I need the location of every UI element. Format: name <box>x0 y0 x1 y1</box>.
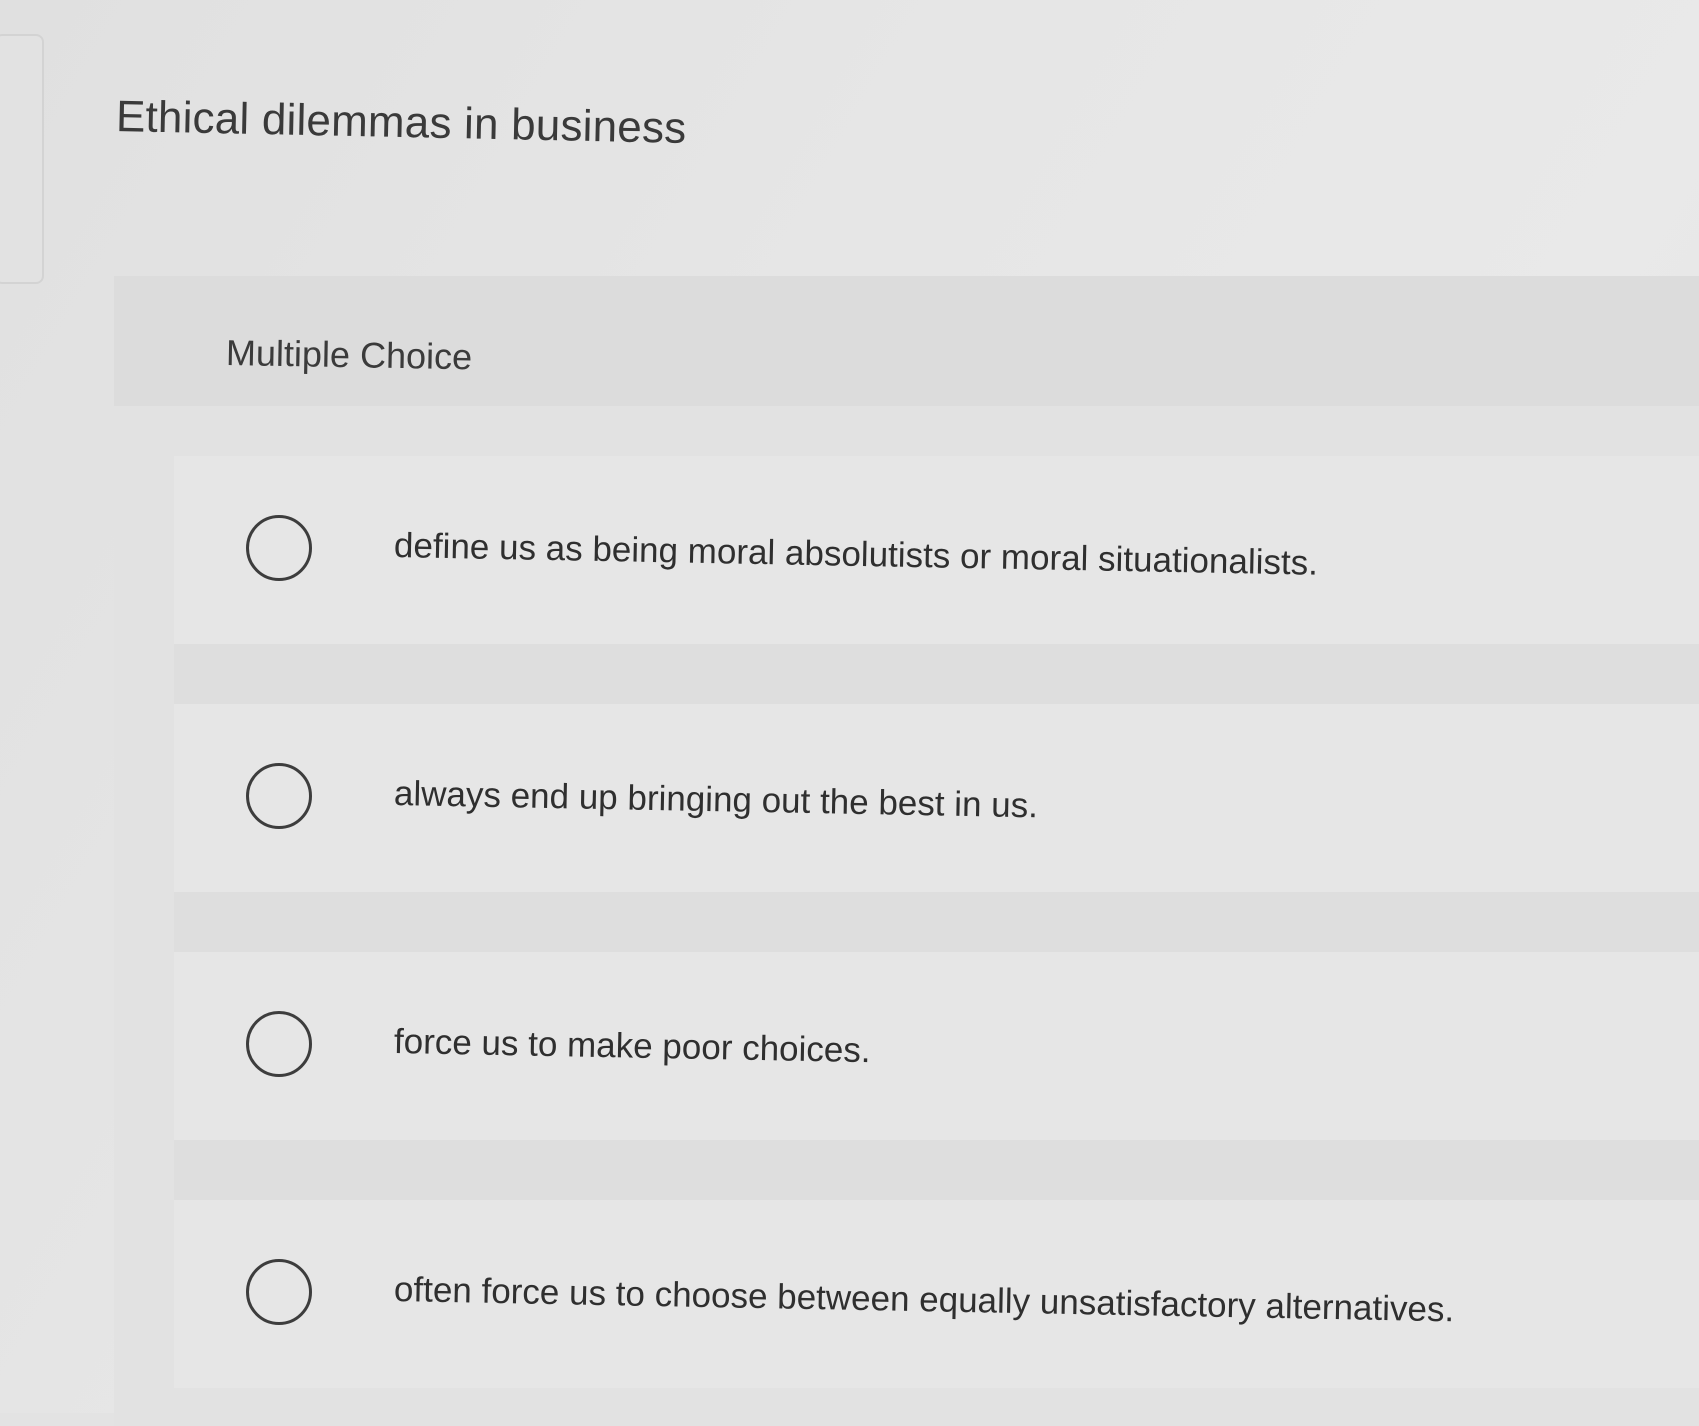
answer-option-1-label[interactable]: define us as being moral absolutists or … <box>394 526 1319 584</box>
answer-option-1[interactable]: define us as being moral absolutists or … <box>174 456 1699 644</box>
multiple-choice-card: Multiple Choice define us as being moral… <box>114 276 1699 1426</box>
radio-button-4[interactable] <box>246 1259 312 1325</box>
card-header: Multiple Choice <box>114 276 1699 406</box>
answer-option-4-label[interactable]: often force us to choose between equally… <box>394 1270 1455 1330</box>
radio-button-1[interactable] <box>246 515 312 581</box>
page: Ethical dilemmas in business Multiple Ch… <box>0 0 1699 1426</box>
answer-option-2-label[interactable]: always end up bringing out the best in u… <box>394 774 1039 826</box>
question-title: Ethical dilemmas in business <box>115 92 687 153</box>
left-panel-edge <box>0 34 44 284</box>
option-divider <box>174 892 1699 952</box>
answer-option-3-label[interactable]: force us to make poor choices. <box>394 1022 871 1071</box>
answer-option-3[interactable]: force us to make poor choices. <box>174 952 1699 1140</box>
option-divider <box>174 1140 1699 1200</box>
option-divider <box>174 644 1699 704</box>
answer-option-2[interactable]: always end up bringing out the best in u… <box>174 704 1699 892</box>
question-type-label: Multiple Choice <box>225 332 473 378</box>
answer-option-4[interactable]: often force us to choose between equally… <box>174 1200 1699 1388</box>
radio-button-2[interactable] <box>246 763 312 829</box>
radio-button-3[interactable] <box>246 1011 312 1077</box>
